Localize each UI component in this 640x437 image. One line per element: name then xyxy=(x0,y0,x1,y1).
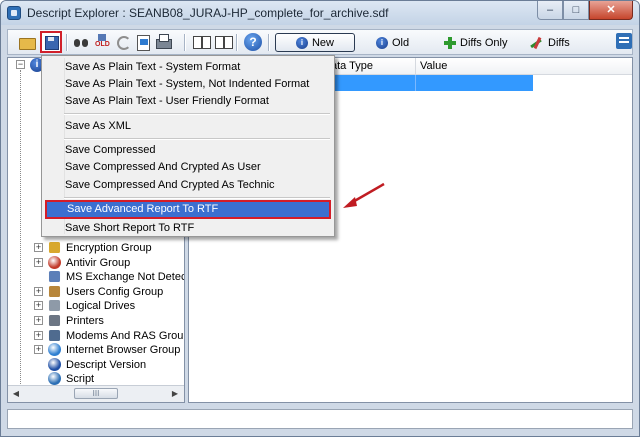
toolbar-separator xyxy=(184,34,186,51)
lock-icon xyxy=(48,241,61,254)
tree-item[interactable]: + Users Config Group xyxy=(8,285,184,299)
help-icon[interactable]: ? xyxy=(244,33,262,51)
modem-icon xyxy=(48,329,61,341)
toolbar: OLD ? i New i Old Diffs Only Diffs xyxy=(7,29,633,55)
tree-item-label: Printers xyxy=(66,315,104,327)
scroll-left-button[interactable]: ◀ xyxy=(9,387,23,401)
tree-item[interactable]: + Encryption Group xyxy=(8,241,184,255)
old-badge: OLD xyxy=(95,41,110,48)
tree-item-label: Encryption Group xyxy=(66,242,152,254)
new-button-label: New xyxy=(311,36,334,49)
tree-expand-toggle[interactable]: + xyxy=(34,330,43,340)
scroll-right-button[interactable]: ▶ xyxy=(168,387,182,401)
menu-item-save-short-report-rtf[interactable]: Save Short Report To RTF xyxy=(45,219,331,237)
tree-item-label: Antivir Group xyxy=(66,256,131,269)
column-divider xyxy=(415,75,416,91)
app-icon xyxy=(7,6,21,20)
open-folder-icon[interactable] xyxy=(18,33,36,51)
diffs-button[interactable]: Diffs xyxy=(522,33,578,52)
menu-separator xyxy=(64,138,330,140)
save-icon[interactable] xyxy=(40,31,62,53)
compare-left-icon[interactable] xyxy=(192,33,211,51)
horizontal-scrollbar[interactable]: ◀ III ▶ xyxy=(8,385,184,402)
window-title: Descript Explorer : SEANB08_JURAJ-HP_com… xyxy=(27,6,389,20)
tree-expand-toggle[interactable]: + xyxy=(34,301,43,311)
toolbar-separator xyxy=(66,34,68,51)
diffs-label: Diffs xyxy=(548,36,570,49)
scrollbar-thumb[interactable]: III xyxy=(74,388,118,399)
tree-item[interactable]: + Antivir Group xyxy=(8,255,184,270)
toolbar-separator xyxy=(236,34,238,51)
tree-item[interactable]: + Printers xyxy=(8,314,184,328)
tree-expand-toggle[interactable]: + xyxy=(34,316,43,325)
tree-expand-toggle[interactable]: + xyxy=(34,257,43,267)
save-dropdown-menu: Save As Plain Text - System Format Save … xyxy=(41,55,335,237)
tree-item-label: Logical Drives xyxy=(66,300,136,313)
tree-expand-toggle[interactable]: + xyxy=(34,345,43,355)
antivirus-icon xyxy=(48,255,61,269)
exchange-icon xyxy=(48,271,61,283)
drive-icon xyxy=(48,300,61,312)
tree-item[interactable]: + Logical Drives xyxy=(8,299,184,313)
menu-item-save-crypted-user[interactable]: Save Compressed And Crypted As User xyxy=(45,158,331,176)
app-window: Descript Explorer : SEANB08_JURAJ-HP_com… xyxy=(0,0,640,437)
script-icon xyxy=(48,372,61,386)
window-controls: – □ ✕ xyxy=(537,1,633,21)
column-header-value[interactable]: Value xyxy=(416,58,632,74)
info-icon xyxy=(48,357,61,371)
diffs-only-button[interactable]: Diffs Only xyxy=(436,33,515,52)
menu-item-save-plain-system[interactable]: Save As Plain Text - System Format xyxy=(45,58,331,76)
diff-pen-icon xyxy=(530,37,544,49)
menu-item-save-xml[interactable]: Save As XML xyxy=(45,117,331,135)
annotation-arrow xyxy=(343,182,385,208)
menu-item-save-crypted-technic[interactable]: Save Compressed And Crypted As Technic xyxy=(45,176,331,194)
tree-item[interactable]: MS Exchange Not Detecte xyxy=(8,270,185,284)
report-icon[interactable] xyxy=(134,33,152,51)
menu-item-save-advanced-report-rtf[interactable]: Save Advanced Report To RTF xyxy=(45,200,331,219)
old-button[interactable]: i Old xyxy=(368,33,417,52)
menu-item-save-plain-user-friendly[interactable]: Save As Plain Text - User Friendly Forma… xyxy=(45,92,331,110)
info-icon: i xyxy=(376,36,388,49)
diffs-only-label: Diffs Only xyxy=(460,36,508,49)
tree-collapse-toggle[interactable]: − xyxy=(16,60,25,69)
info-icon: i xyxy=(295,36,308,49)
new-button[interactable]: i New xyxy=(275,33,355,52)
print-icon[interactable] xyxy=(154,33,172,51)
tree-item-label: Users Config Group xyxy=(66,285,164,298)
menu-separator xyxy=(64,197,330,199)
tree-item[interactable]: + Internet Browser Group xyxy=(8,343,184,357)
tree-item[interactable]: Descript Version xyxy=(8,357,184,372)
browser-icon xyxy=(48,343,61,357)
printer-icon xyxy=(48,314,61,327)
menu-separator xyxy=(64,113,330,115)
menu-item-save-compressed[interactable]: Save Compressed xyxy=(45,141,331,159)
compare-right-icon[interactable] xyxy=(214,33,233,51)
plus-icon xyxy=(444,36,456,49)
tree-item-label: MS Exchange Not Detecte xyxy=(66,271,185,284)
tree-item-label: Descript Version xyxy=(66,358,147,371)
status-bar xyxy=(7,409,633,429)
minimize-button[interactable]: – xyxy=(537,1,563,20)
tree-expand-toggle[interactable]: + xyxy=(34,243,43,252)
tree-item[interactable]: + Modems And RAS Group xyxy=(8,329,185,343)
app-logo-icon[interactable] xyxy=(616,33,632,49)
toolbar-separator xyxy=(268,34,270,51)
menu-item-save-plain-not-indented[interactable]: Save As Plain Text - System, Not Indente… xyxy=(45,75,331,93)
maximize-button[interactable]: □ xyxy=(563,1,589,20)
tree-expand-toggle[interactable]: + xyxy=(34,286,43,296)
column-header-data-type[interactable]: ata Type xyxy=(327,58,416,74)
tree-item-label: Internet Browser Group xyxy=(66,344,181,357)
refresh-icon[interactable] xyxy=(114,33,132,51)
open-old-icon[interactable]: OLD xyxy=(94,33,112,51)
title-bar[interactable]: Descript Explorer : SEANB08_JURAJ-HP_com… xyxy=(1,1,639,25)
find-binoculars-icon[interactable] xyxy=(72,33,90,51)
users-icon xyxy=(48,285,61,297)
tree-item-label: Modems And RAS Group xyxy=(66,329,185,342)
close-button[interactable]: ✕ xyxy=(589,1,633,20)
old-button-label: Old xyxy=(392,36,410,49)
